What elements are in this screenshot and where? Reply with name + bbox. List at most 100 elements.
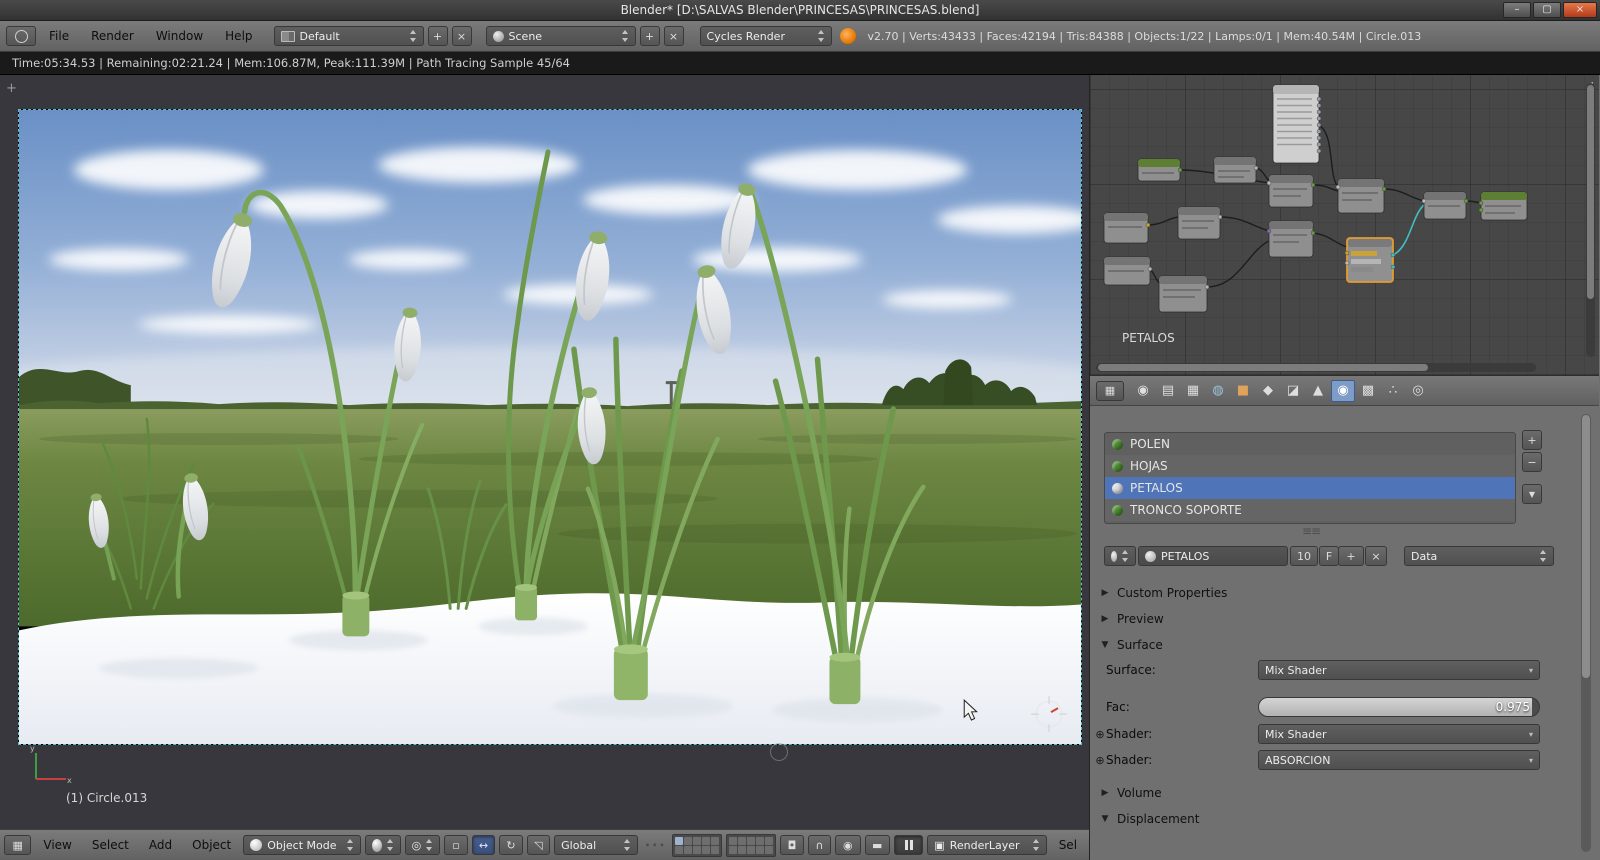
tab-modifiers[interactable]: ◪ <box>1281 380 1305 402</box>
tab-scene[interactable]: ▦ <box>1181 380 1205 402</box>
layer-cell[interactable] <box>711 836 720 845</box>
object-menu[interactable]: Object <box>184 838 239 852</box>
snap-magnet-toggle[interactable]: ∩ <box>807 835 832 855</box>
manipulator-rotate-toggle[interactable]: ↻ <box>499 835 523 855</box>
layer-cell[interactable] <box>729 845 738 854</box>
tab-material[interactable]: ◉ <box>1331 379 1355 402</box>
add-layout-button[interactable]: + <box>427 26 448 46</box>
tab-render[interactable]: ◉ <box>1131 380 1155 402</box>
delete-layout-button[interactable]: × <box>451 26 472 46</box>
shader-node[interactable] <box>1266 174 1316 208</box>
material-output-node[interactable] <box>1478 191 1528 221</box>
layer-cell[interactable] <box>702 836 711 845</box>
fac-slider[interactable]: 0.975 <box>1258 697 1540 717</box>
editor-type-button[interactable]: ▦ <box>4 835 32 855</box>
light-path-node[interactable] <box>1272 84 1322 164</box>
shader-node[interactable] <box>1103 256 1153 286</box>
add-menu[interactable]: Add <box>141 838 180 852</box>
layer-cell[interactable] <box>738 836 747 845</box>
shader-node[interactable] <box>1213 156 1259 184</box>
layer-grid[interactable] <box>672 833 723 857</box>
layer-cell[interactable] <box>675 836 684 845</box>
material-slot-row[interactable]: HOJAS <box>1105 455 1515 477</box>
shader1-select[interactable]: Mix Shader ▾ <box>1258 724 1540 744</box>
node-editor-hscrollbar[interactable] <box>1096 363 1536 372</box>
help-menu[interactable]: Help <box>216 29 261 43</box>
shader-node[interactable] <box>1177 206 1223 240</box>
manipulator-widget[interactable] <box>770 743 788 761</box>
browse-material-button[interactable] <box>1104 546 1136 566</box>
node-editor[interactable]: PETALOS ◂ <box>1090 75 1599 376</box>
tab-render-layers[interactable]: ▤ <box>1156 380 1180 402</box>
properties-vscrollbar[interactable] <box>1581 414 1591 852</box>
render-menu[interactable]: Render <box>82 29 143 43</box>
editor-type-button[interactable]: ▦ <box>1096 380 1124 401</box>
screen-layout-select[interactable]: Default <box>273 26 424 46</box>
tab-physics[interactable]: ◎ <box>1406 380 1430 402</box>
panel-custom-properties[interactable]: ▶ Custom Properties <box>1096 582 1538 604</box>
surface-shader-select[interactable]: Mix Shader ▾ <box>1258 660 1540 680</box>
add-scene-button[interactable]: + <box>639 26 660 46</box>
render-layer-select[interactable]: ▣ RenderLayer <box>927 835 1047 855</box>
layer-cell[interactable] <box>693 845 702 854</box>
tab-particles[interactable]: ∴ <box>1381 380 1405 402</box>
tab-object-data[interactable]: ▲ <box>1306 380 1330 402</box>
pause-render-button[interactable] <box>893 835 924 855</box>
editor-type-button[interactable] <box>6 26 36 46</box>
expand-shader-icon[interactable]: ⊕ <box>1094 754 1106 767</box>
scene-select[interactable]: Scene <box>485 26 636 46</box>
material-slot-list[interactable]: POLEN HOJAS PETALOS TRONCO SOPORTE <box>1104 432 1516 524</box>
remove-material-slot-button[interactable]: − <box>1522 452 1542 472</box>
window-menu[interactable]: Window <box>147 29 212 43</box>
add-material-slot-button[interactable]: + <box>1522 430 1542 450</box>
list-resize-grip[interactable]: ≡≡ <box>1302 524 1321 538</box>
shader-node[interactable] <box>1103 212 1151 244</box>
unlink-material-button[interactable]: × <box>1365 546 1387 566</box>
minimize-button[interactable]: – <box>1503 2 1531 18</box>
shader-node[interactable] <box>1421 191 1469 220</box>
lock-button[interactable]: ◘ <box>780 835 804 855</box>
shader2-select[interactable]: ABSORCION ▾ <box>1258 750 1540 770</box>
panel-surface[interactable]: ▼ Surface <box>1096 634 1538 656</box>
layer-cell[interactable] <box>702 845 711 854</box>
manipulator-translate-toggle[interactable]: ↔ <box>471 835 496 855</box>
viewport-3d[interactable]: + y x (1) Circle.013 ▦ View Select Add O… <box>0 75 1090 860</box>
layer-cell[interactable] <box>738 845 747 854</box>
delete-scene-button[interactable]: × <box>663 26 684 46</box>
select-menu[interactable]: Select <box>84 838 137 852</box>
layer-cell[interactable] <box>693 836 702 845</box>
maximize-button[interactable]: ▢ <box>1533 2 1561 18</box>
node-editor-vscrollbar[interactable] <box>1586 83 1595 357</box>
material-specials-button[interactable]: ▼ <box>1522 484 1542 504</box>
layer-cell[interactable] <box>729 836 738 845</box>
layer-cell[interactable] <box>765 836 774 845</box>
file-menu[interactable]: File <box>40 29 78 43</box>
shader-node[interactable] <box>1266 220 1316 258</box>
pivot-point-select[interactable]: ◎ <box>404 835 441 855</box>
layer-cell[interactable] <box>747 836 756 845</box>
render-engine-select[interactable]: Cycles Render <box>699 26 832 46</box>
material-slot-row[interactable]: TRONCO SOPORTE <box>1105 499 1515 521</box>
panel-volume[interactable]: ▶ Volume <box>1096 782 1538 804</box>
layer-cell[interactable] <box>675 845 684 854</box>
opengl-animation-button[interactable]: ▬ <box>864 835 890 855</box>
tab-object[interactable]: ■ <box>1231 380 1255 402</box>
panel-displacement[interactable]: ▼ Displacement <box>1096 808 1538 830</box>
close-button[interactable]: × <box>1563 2 1597 18</box>
selected-node[interactable] <box>1344 237 1396 283</box>
panel-preview[interactable]: ▶ Preview <box>1096 608 1538 630</box>
shader-node[interactable] <box>1137 158 1183 182</box>
layer-grid[interactable] <box>726 833 777 857</box>
material-slot-row[interactable]: POLEN <box>1105 433 1515 455</box>
shader-node[interactable] <box>1158 275 1210 313</box>
tab-texture[interactable]: ▩ <box>1356 380 1380 402</box>
layer-cell[interactable] <box>684 845 693 854</box>
layer-cell[interactable] <box>765 845 774 854</box>
material-link-select[interactable]: Data <box>1404 546 1554 566</box>
new-material-button[interactable]: + <box>1338 546 1364 566</box>
region-expand-icon[interactable]: + <box>6 81 17 96</box>
mode-select[interactable]: Object Mode <box>243 835 361 855</box>
expand-shader-icon[interactable]: ⊕ <box>1094 728 1106 741</box>
manipulator-scale-toggle[interactable]: ◹ <box>526 835 551 855</box>
viewport-shading-select[interactable] <box>364 835 401 855</box>
